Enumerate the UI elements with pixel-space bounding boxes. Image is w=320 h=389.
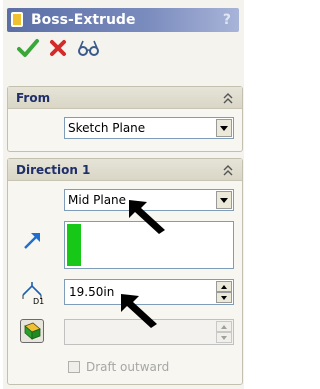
ok-check-icon[interactable] — [17, 38, 39, 58]
draft-outward-label: Draft outward — [86, 360, 170, 374]
pointer-arrow-icon — [129, 200, 165, 234]
spin-up-icon — [216, 321, 232, 332]
dropdown-arrow-icon[interactable] — [216, 191, 232, 209]
pointer-arrow-icon — [121, 294, 157, 328]
draft-icon — [24, 322, 41, 340]
draft-on-off-button[interactable] — [20, 319, 44, 343]
collapse-chevron-icon[interactable] — [222, 163, 234, 177]
feature-icon — [11, 12, 23, 27]
start-condition-select[interactable]: Sketch Plane — [64, 117, 234, 139]
direction1-group-title: Direction 1 — [16, 163, 91, 177]
property-manager-panel: Boss-Extrude ? From Sketch Plane Directi… — [0, 0, 244, 389]
help-button[interactable]: ? — [223, 10, 231, 30]
collapse-chevron-icon[interactable] — [222, 91, 234, 105]
direction1-group-header[interactable]: Direction 1 — [8, 159, 242, 181]
from-group-header[interactable]: From — [8, 87, 242, 109]
preview-glasses-icon[interactable] — [77, 38, 101, 58]
dropdown-arrow-icon[interactable] — [216, 119, 232, 137]
direction-arrow-icon — [24, 233, 40, 249]
draft-spinner-buttons — [216, 321, 232, 343]
depth-icon-label: D1 — [33, 297, 44, 305]
depth-value: 19.50in — [69, 285, 115, 299]
end-condition-value: Mid Plane — [68, 193, 127, 207]
spin-down-icon[interactable] — [216, 292, 232, 303]
title-bar: Boss-Extrude ? — [7, 8, 239, 32]
from-group-title: From — [16, 91, 51, 105]
spin-up-icon[interactable] — [216, 281, 232, 292]
from-group: From Sketch Plane — [7, 86, 243, 152]
direction1-group: Direction 1 Mid Plane D1 19.50in Draft o… — [7, 158, 243, 385]
draft-outward-checkbox — [68, 361, 80, 373]
start-condition-value: Sketch Plane — [68, 121, 146, 135]
spin-down-icon — [216, 332, 232, 343]
depth-d1-icon: D1 — [22, 282, 44, 305]
cancel-x-icon[interactable] — [49, 38, 67, 58]
panel-title: Boss-Extrude — [31, 12, 136, 28]
selection-indicator — [67, 224, 81, 266]
depth-spinner-buttons — [216, 281, 232, 303]
